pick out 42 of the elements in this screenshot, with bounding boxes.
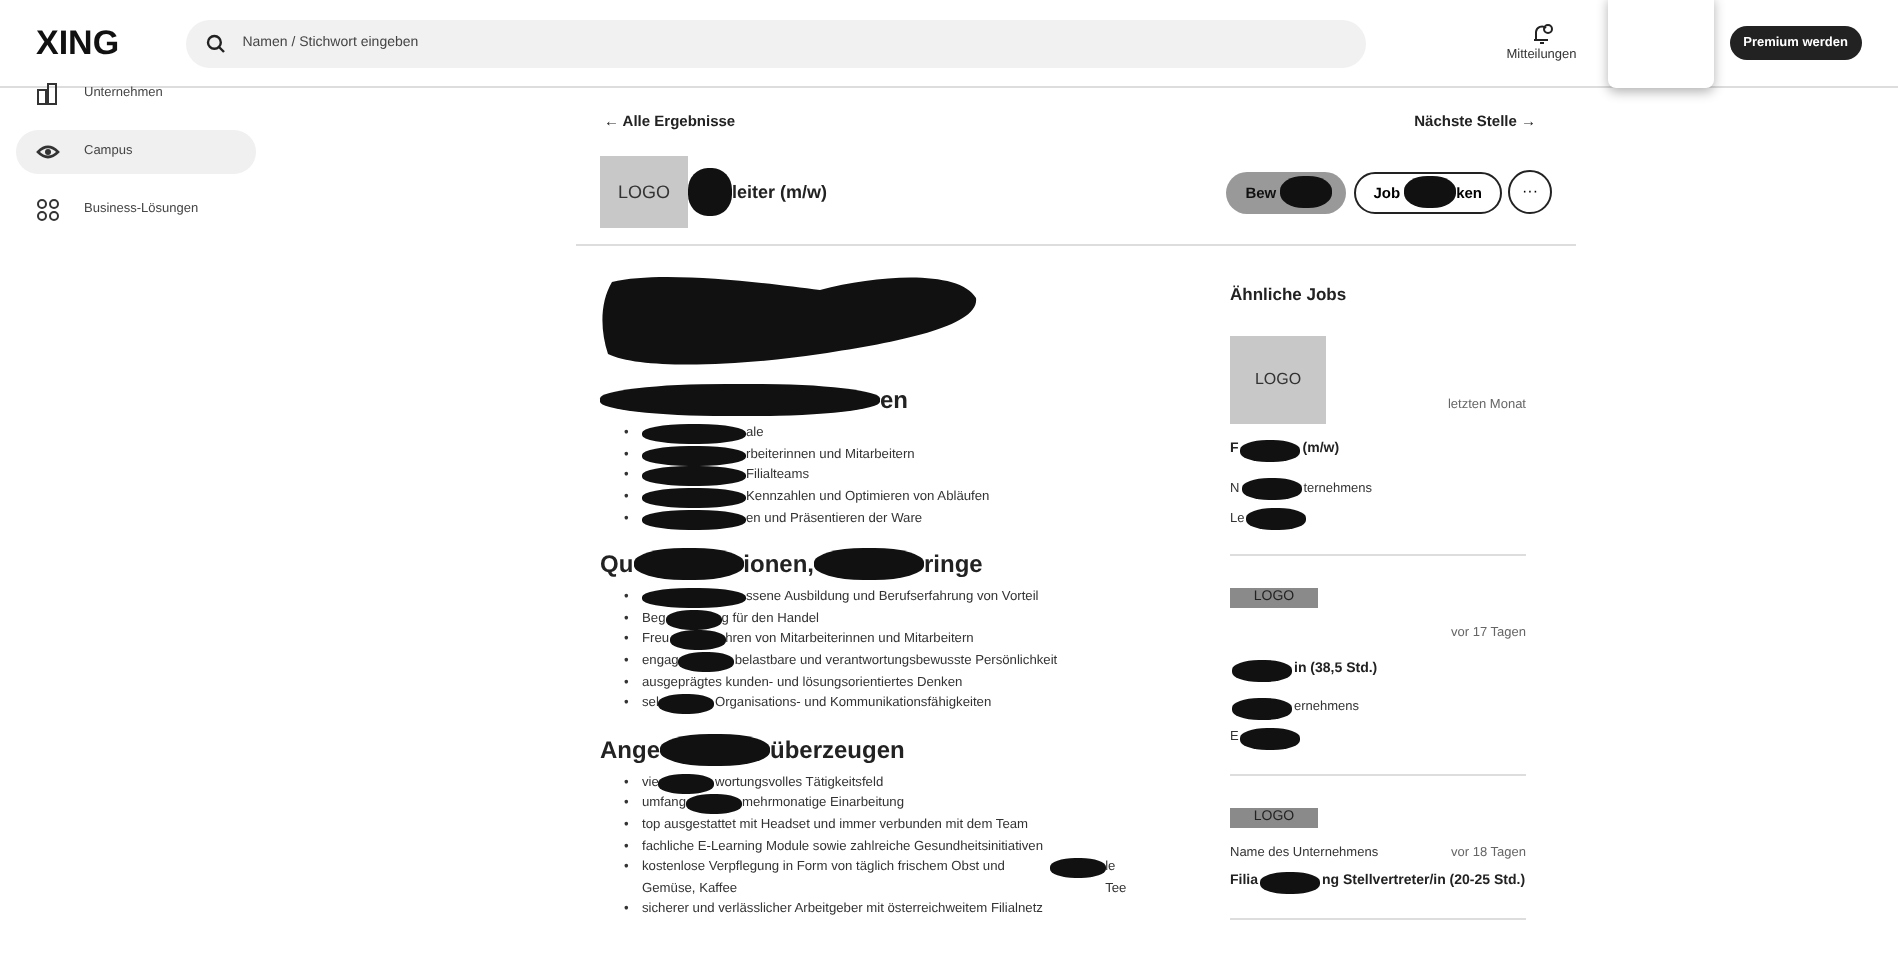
dropdown-panel [1608, 0, 1714, 88]
building-icon [36, 82, 60, 106]
section-heading: en [880, 384, 909, 419]
section-heading: Qu [600, 548, 634, 583]
redaction-blob [814, 548, 925, 581]
redaction-blob [1280, 176, 1333, 209]
redaction-blob [1404, 176, 1457, 209]
logo[interactable]: XING [36, 17, 187, 69]
redaction-blob [1241, 478, 1302, 500]
redaction-blob [669, 630, 726, 651]
redaction-blob [686, 794, 742, 815]
section-heading: ringe [924, 548, 983, 583]
section-heading: überzeugen [770, 733, 905, 768]
more-button[interactable]: ··· [1508, 170, 1552, 215]
redaction-blob [660, 733, 770, 766]
job-title: leiter (m/w) [732, 179, 828, 206]
grid-icon [36, 198, 60, 222]
redaction-blob [642, 424, 746, 445]
redaction-blob [1246, 508, 1307, 530]
eye-icon [36, 140, 60, 164]
redaction-blob [1232, 659, 1292, 682]
section-heading: Ange [600, 733, 660, 768]
redaction-blob [633, 548, 744, 581]
redaction-blob [642, 445, 746, 466]
redaction-blob [642, 488, 746, 509]
company-logo: LOGO [600, 156, 688, 229]
redaction-blob [658, 773, 715, 794]
redaction-blob [688, 168, 732, 217]
redaction-blob [642, 509, 746, 530]
redaction-blob [642, 466, 746, 487]
section-heading: ionen, [743, 548, 815, 583]
company-logo: LOGO [1230, 336, 1326, 424]
redaction-blob [1260, 871, 1321, 893]
redaction-blob [678, 652, 735, 672]
redaction-blob [1240, 440, 1301, 462]
section-heading: Ähnliche Jobs [1230, 282, 1349, 308]
search-icon [206, 33, 227, 53]
redaction-blob [1049, 858, 1106, 879]
redaction-blob [1232, 697, 1292, 720]
redaction-blob [658, 694, 715, 715]
bell-icon [1529, 21, 1554, 46]
redaction-blob [1240, 727, 1301, 750]
